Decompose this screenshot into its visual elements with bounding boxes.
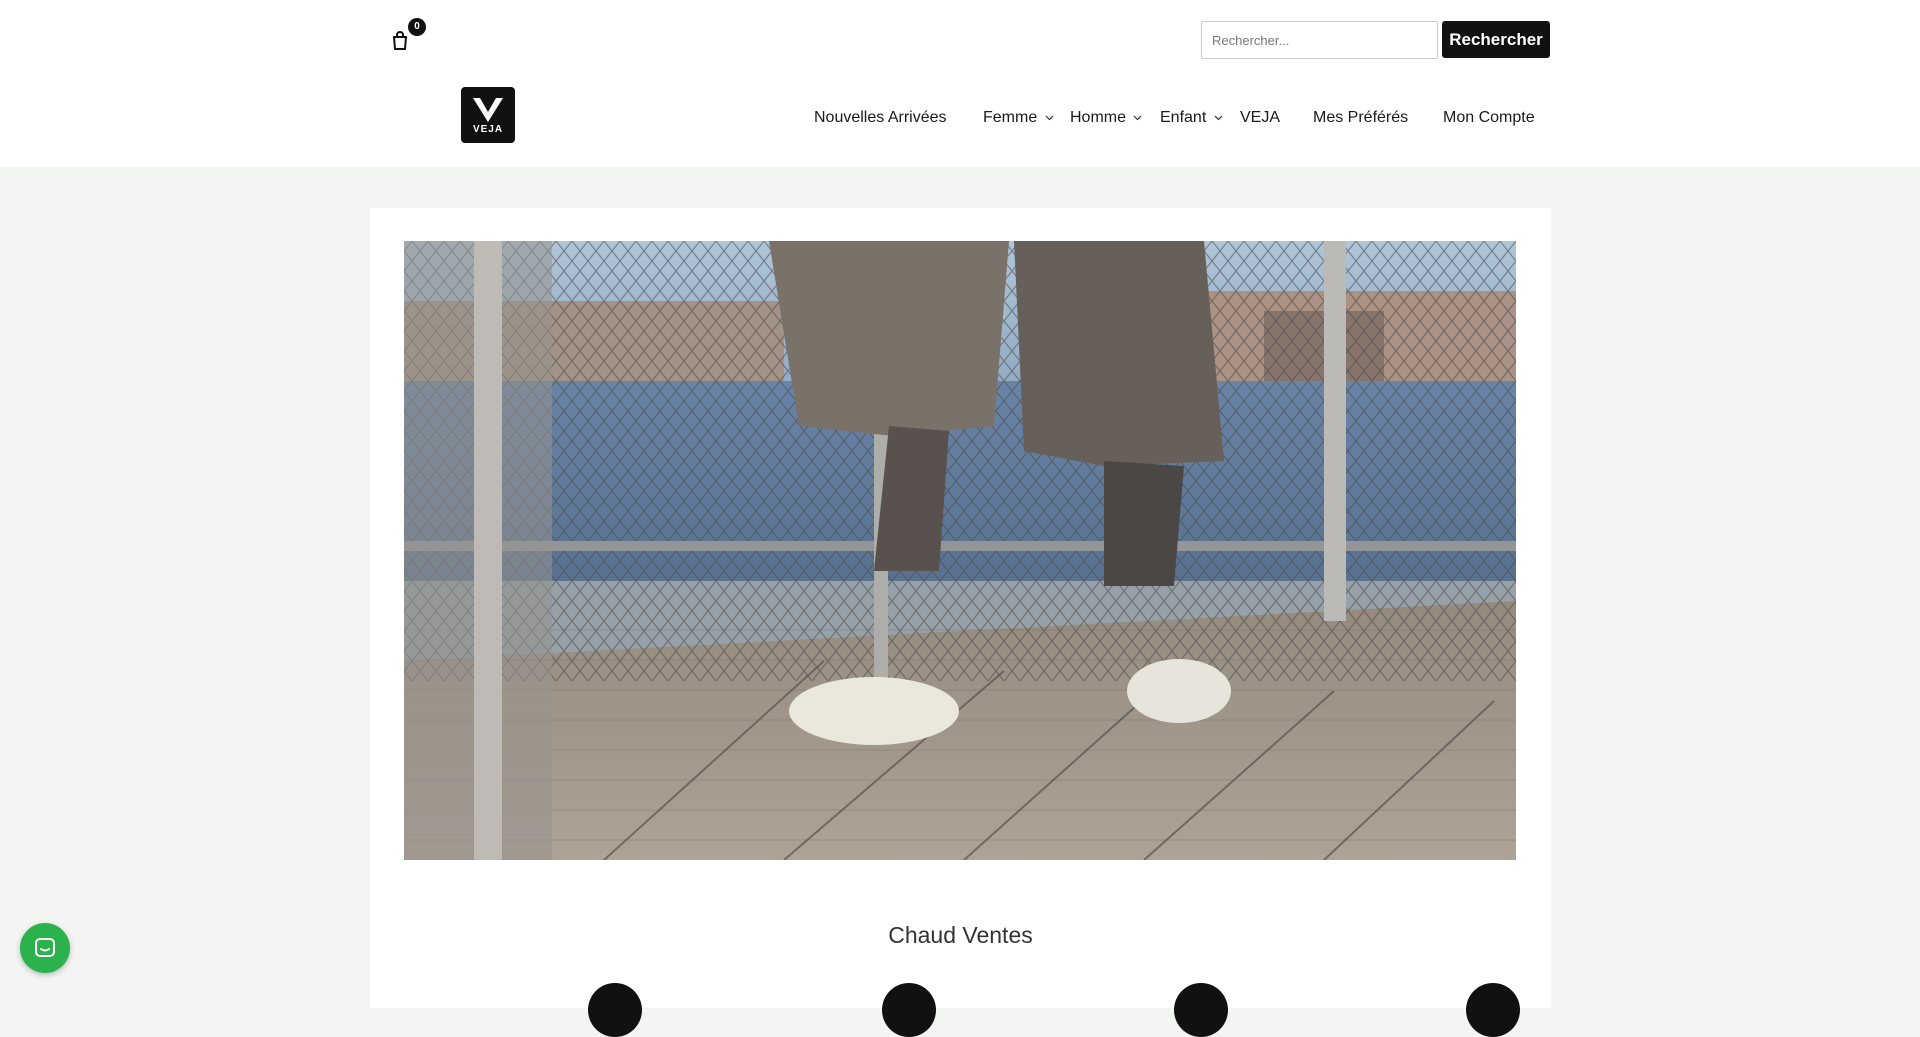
nav-label: Homme xyxy=(1070,109,1127,126)
cart-count-badge: 0 xyxy=(408,18,426,36)
nav-item-femme[interactable]: Femme xyxy=(983,104,1054,132)
hot-sales-item[interactable] xyxy=(1466,983,1520,1037)
search-button[interactable]: Rechercher xyxy=(1442,21,1550,58)
nav-label: Femme xyxy=(983,109,1038,126)
nav-label: VEJA xyxy=(1240,109,1281,126)
section-title-hot-sales: Chaud Ventes xyxy=(888,922,1033,948)
nav-item-nouvelles-arrivees[interactable]: Nouvelles Arrivées xyxy=(814,104,947,132)
nav-label: Nouvelles Arrivées xyxy=(814,109,947,126)
nav-label: Mes Préférés xyxy=(1313,109,1409,126)
hot-sales-item[interactable] xyxy=(1174,983,1228,1037)
site-header: 0 Rechercher VEJA Nouvelles Arrivées Fem… xyxy=(0,0,1920,167)
nav-label: Enfant xyxy=(1160,109,1207,126)
chevron-down-icon xyxy=(1134,115,1142,121)
hero-banner-image[interactable] xyxy=(404,241,1516,860)
veja-logo[interactable]: VEJA xyxy=(461,87,515,143)
chevron-down-icon xyxy=(1045,115,1054,121)
nav-item-veja[interactable]: VEJA xyxy=(1240,104,1280,132)
chat-icon xyxy=(35,938,55,957)
nav-item-mon-compte[interactable]: Mon Compte xyxy=(1443,104,1535,132)
nav-item-homme[interactable]: Homme xyxy=(1070,104,1142,132)
chat-button[interactable] xyxy=(20,923,70,973)
chevron-down-icon xyxy=(1214,115,1223,121)
logo-text: VEJA xyxy=(472,124,504,135)
hot-sales-item[interactable] xyxy=(588,983,642,1037)
nav-label: Mon Compte xyxy=(1443,109,1535,126)
hot-sales-item[interactable] xyxy=(882,983,936,1037)
nav-item-mes-preferes[interactable]: Mes Préférés xyxy=(1313,104,1408,132)
nav-item-enfant[interactable]: Enfant xyxy=(1160,104,1223,132)
search-input[interactable] xyxy=(1201,21,1438,59)
